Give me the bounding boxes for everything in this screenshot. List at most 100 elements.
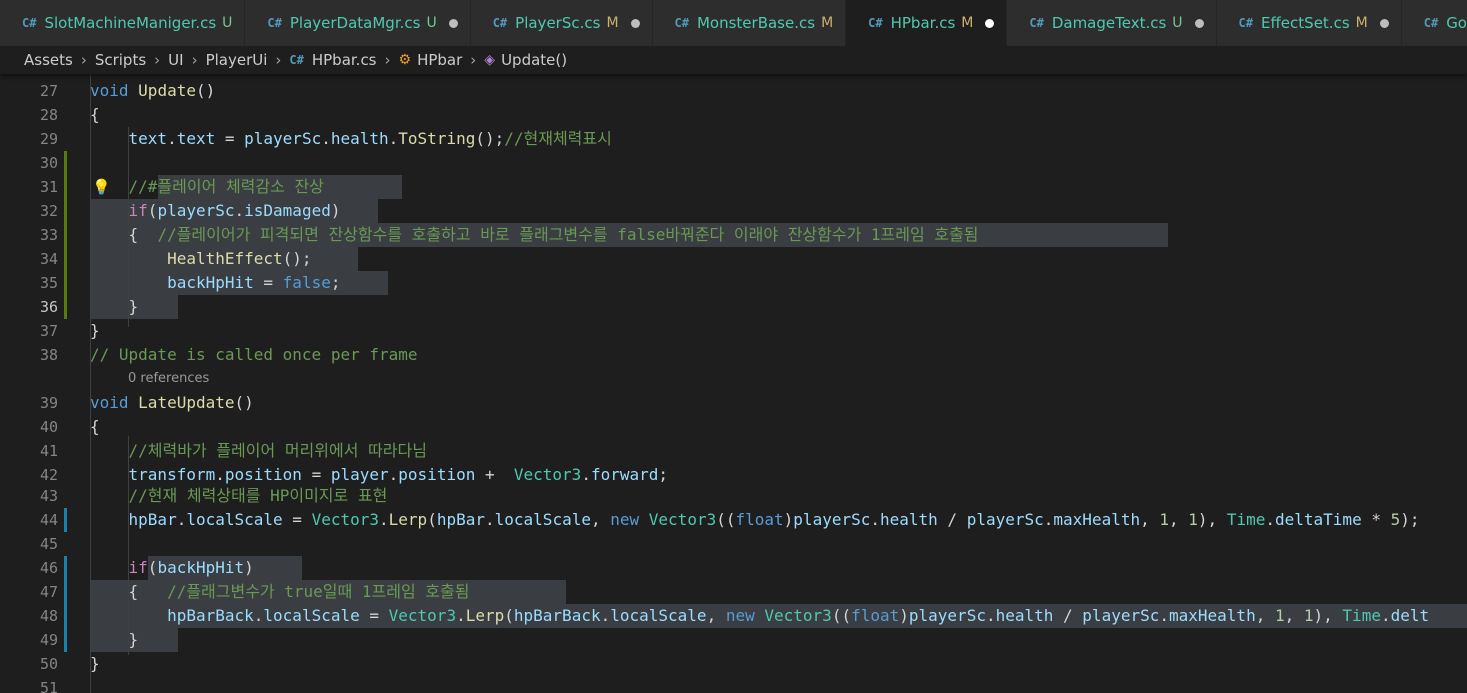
code-line[interactable]: 43 //현재 체력상태를 HP이미지로 표현 xyxy=(0,484,1467,508)
code-line[interactable]: 34 HealthEffect(); xyxy=(0,247,1467,271)
code-token: . xyxy=(388,465,399,484)
tab-monsterbase-cs[interactable]: C# MonsterBase.cs M xyxy=(652,0,847,46)
code-line[interactable]: 50} xyxy=(0,652,1467,676)
code-token: playerSc xyxy=(793,510,871,529)
code-token: (( xyxy=(716,510,736,529)
code-line[interactable]: 40 { xyxy=(0,415,1467,439)
code-line[interactable]: 28 { xyxy=(0,103,1467,127)
tab-gold[interactable]: C# Gold xyxy=(1401,0,1467,46)
tab-slotmachinemaniger-cs[interactable]: C# SlotMachineManiger.cs U xyxy=(0,0,246,46)
line-number: 49 xyxy=(39,631,58,649)
code-token: / xyxy=(937,510,967,529)
code-line[interactable]: 45 xyxy=(0,532,1467,556)
code-text: { xyxy=(90,103,100,127)
code-token: backHpHit xyxy=(157,558,245,577)
code-token: , xyxy=(1169,510,1189,529)
code-text: //현재 체력상태를 HP이미지로 표현 xyxy=(90,484,388,508)
code-token: if xyxy=(128,201,148,220)
code-line[interactable]: 32 if(playerSc.isDamaged) xyxy=(0,199,1467,223)
code-token: = xyxy=(301,465,331,484)
code-token: } xyxy=(90,654,100,673)
chevron-right-icon: › xyxy=(275,51,282,69)
code-line[interactable]: 41 //체력바가 플레이어 머리위에서 따라다님 xyxy=(0,439,1467,463)
code-line[interactable]: 36 } xyxy=(0,295,1467,319)
csharp-file-icon: C# xyxy=(492,16,508,30)
code-token: playerSc xyxy=(966,510,1044,529)
code-line[interactable]: 51 xyxy=(0,676,1467,693)
code-line[interactable]: 30 xyxy=(0,151,1467,175)
line-number: 48 xyxy=(39,607,58,625)
code-token: Vector3 xyxy=(311,510,380,529)
code-token: float xyxy=(851,606,900,625)
git-status-badge: M xyxy=(1355,15,1368,31)
code-line[interactable]: 37} xyxy=(0,319,1467,343)
breadcrumb-item-playerui[interactable]: PlayerUi xyxy=(206,51,268,69)
code-token: playerSc xyxy=(908,606,986,625)
line-number: 30 xyxy=(39,154,58,172)
code-line[interactable]: 39 void LateUpdate() xyxy=(0,391,1467,415)
unsaved-dot-icon[interactable] xyxy=(985,18,995,28)
tab-label: Gold xyxy=(1446,14,1467,32)
code-token: } xyxy=(90,630,139,649)
csharp-file-icon: C# xyxy=(267,16,282,30)
code-line[interactable]: 33 { //플레이어가 피격되면 잔상함수를 호출하고 바로 플래그변수를 f… xyxy=(0,223,1467,247)
breadcrumb-item-ui[interactable]: UI xyxy=(168,51,183,69)
code-token: //현재체력표시 xyxy=(504,129,612,148)
code-token: { xyxy=(90,105,100,124)
tab-damagetext-cs[interactable]: C# DamageText.cs U xyxy=(1007,0,1217,46)
code-token: ( xyxy=(147,201,158,220)
tab-effectset-cs[interactable]: C# EffectSet.cs M xyxy=(1216,0,1402,46)
code-token: health xyxy=(330,129,389,148)
tab-playersc-cs[interactable]: C# PlayerSc.cs M xyxy=(470,0,653,46)
tab-playerdatamgr-cs[interactable]: C# PlayerDataMgr.cs U xyxy=(245,0,471,46)
unsaved-dot-icon[interactable] xyxy=(1194,18,1204,28)
code-line[interactable]: 31 //#플레이어 체력감소 잔상 xyxy=(0,175,1467,199)
line-number: 33 xyxy=(39,226,58,244)
code-line[interactable]: 47 { //플래그변수가 true일때 1프레임 호출됨 xyxy=(0,580,1467,604)
code-line[interactable]: 49 } xyxy=(0,628,1467,652)
code-line[interactable]: 44 hpBar.localScale = Vector3.Lerp(hpBar… xyxy=(0,508,1467,532)
line-number: 37 xyxy=(39,322,58,340)
code-token: , xyxy=(1255,606,1275,625)
breadcrumb-item-method[interactable]: Update() xyxy=(501,51,567,69)
code-line[interactable]: 27 void Update() xyxy=(0,79,1467,103)
unsaved-dot-icon[interactable] xyxy=(630,18,640,28)
chevron-right-icon: › xyxy=(80,51,87,69)
code-line[interactable]: 29 text.text = playerSc.health.ToString(… xyxy=(0,127,1467,151)
tab-hpbar-cs[interactable]: C# HPbar.cs M xyxy=(846,0,1008,46)
code-line[interactable]: 48 hpBarBack.localScale = Vector3.Lerp(h… xyxy=(0,604,1467,628)
code-token: false xyxy=(282,273,331,292)
code-token: ); xyxy=(1400,510,1420,529)
code-token: //#플레이어 체력감소 잔상 xyxy=(128,177,324,196)
unsaved-dot-icon[interactable] xyxy=(448,18,458,28)
code-token: . xyxy=(1380,606,1391,625)
line-number: 39 xyxy=(39,394,58,412)
breadcrumb-item-class[interactable]: HPbar xyxy=(417,51,462,69)
code-token: ) xyxy=(244,558,254,577)
code-editor[interactable]: 💡 0 references 27 void Update() 28{29 text… xyxy=(0,74,1467,693)
code-text: } xyxy=(90,628,139,652)
line-number: 32 xyxy=(39,202,58,220)
code-token: //플레이어가 피격되면 잔상함수를 호출하고 바로 플래그변수를 false바… xyxy=(157,225,979,244)
breadcrumb-item-assets[interactable]: Assets xyxy=(24,51,73,69)
breadcrumb-item-scripts[interactable]: Scripts xyxy=(95,51,146,69)
codelens-references[interactable]: 0 references xyxy=(128,367,209,391)
code-token: 1 xyxy=(1159,510,1170,529)
breadcrumb-item-file[interactable]: HPbar.cs xyxy=(312,51,377,69)
unsaved-dot-icon[interactable] xyxy=(1379,18,1389,28)
code-line[interactable]: 35 backHpHit = false; xyxy=(0,271,1467,295)
line-number: 35 xyxy=(39,274,58,292)
code-line[interactable]: 38 // Update is called once per frame xyxy=(0,343,1467,367)
code-token: , xyxy=(1284,606,1304,625)
code-token: localScale xyxy=(494,510,591,529)
code-line[interactable]: 46 if(backHpHit) xyxy=(0,556,1467,580)
code-token: { xyxy=(90,225,158,244)
code-token: } xyxy=(90,297,139,316)
code-token: * xyxy=(1361,510,1391,529)
